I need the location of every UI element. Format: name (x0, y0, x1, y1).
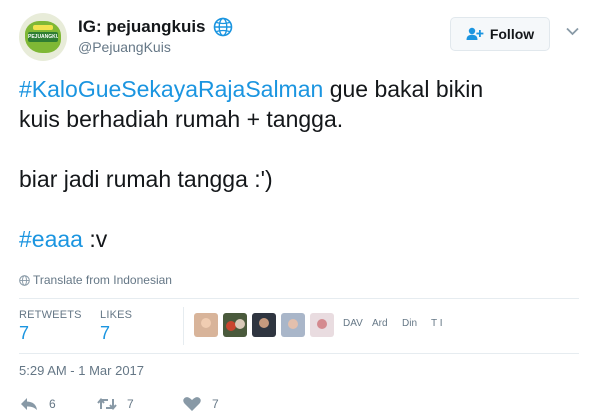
chevron-down-icon[interactable] (566, 27, 579, 36)
heart-icon (183, 397, 201, 411)
follow-label: Follow (489, 26, 535, 42)
liker-avatars (194, 313, 339, 337)
liker-name[interactable]: T I (431, 318, 442, 329)
liker-avatar[interactable] (194, 313, 218, 337)
display-name[interactable]: IG: pejuangkuis (78, 17, 206, 37)
translate-link[interactable]: Translate from Indonesian (19, 273, 172, 287)
globe-icon (213, 17, 232, 37)
stat-divider (183, 307, 184, 345)
divider (19, 298, 579, 299)
liker-avatar[interactable] (310, 313, 334, 337)
likes-label: LIKES (100, 309, 133, 321)
hashtag-link[interactable]: #eaaa (19, 226, 83, 252)
liker-avatar[interactable] (252, 313, 276, 337)
retweet-count: 7 (127, 397, 134, 411)
screen-name[interactable]: @PejuangKuis (78, 39, 171, 55)
retweets-count: 7 (19, 323, 30, 343)
like-button[interactable]: 7 (182, 396, 219, 412)
like-count: 7 (212, 397, 219, 411)
tweet-text-segment: gue bakal bikin (323, 76, 484, 102)
add-user-icon (466, 27, 484, 40)
tweet-text-segment: biar jadi rumah tangga :') (19, 166, 273, 192)
retweet-button[interactable]: 7 (97, 396, 134, 412)
retweets-label: RETWEETS (19, 309, 82, 321)
liker-avatar[interactable] (281, 313, 305, 337)
translate-label: Translate from Indonesian (33, 273, 172, 287)
liker-avatar[interactable] (223, 313, 247, 337)
avatar-cap (33, 25, 53, 30)
avatar-badge: PEJUANGKUIS (28, 32, 58, 42)
tweet-text: #KaloGueSekayaRajaSalman gue bakal bikin… (19, 74, 579, 254)
divider (19, 353, 579, 354)
tweet-text-segment: :v (82, 226, 108, 252)
likes-stat[interactable]: LIKES 7 (100, 309, 132, 344)
tweet-text-segment: kuis berhadiah rumah + tangga. (19, 106, 344, 132)
retweets-stat[interactable]: RETWEETS 7 (19, 309, 82, 344)
follow-button[interactable]: Follow (450, 17, 550, 51)
reply-icon (21, 398, 37, 410)
reply-button[interactable]: 6 (19, 396, 56, 412)
retweet-icon (97, 397, 117, 411)
reply-count: 6 (49, 397, 56, 411)
likes-count: 7 (100, 323, 111, 343)
avatar[interactable]: PEJUANGKUIS (19, 13, 67, 61)
liker-name[interactable]: Ard (372, 318, 388, 329)
liker-name[interactable]: Din (402, 318, 417, 329)
timestamp[interactable]: 5:29 AM - 1 Mar 2017 (19, 363, 144, 378)
globe-icon (19, 274, 30, 286)
name-line: IG: pejuangkuis (78, 16, 233, 38)
tweet-card: PEJUANGKUIS IG: pejuangkuis @PejuangKuis… (0, 0, 595, 417)
liker-name[interactable]: DAV (343, 318, 363, 329)
hashtag-link[interactable]: #KaloGueSekayaRajaSalman (19, 76, 323, 102)
